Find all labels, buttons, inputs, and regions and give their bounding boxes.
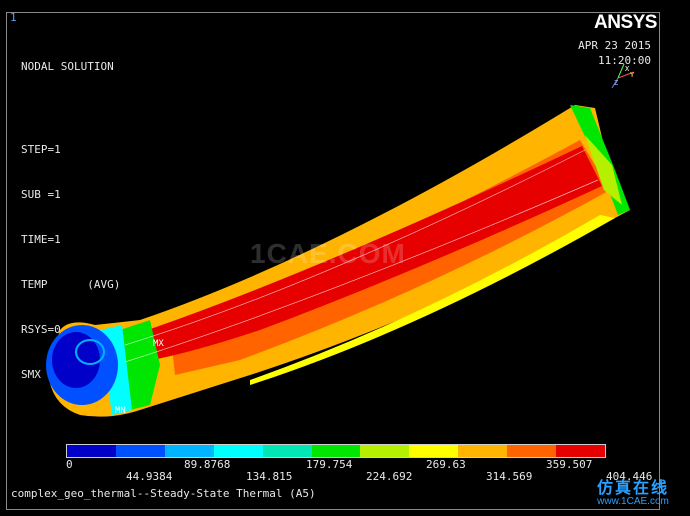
legend-band — [507, 445, 557, 457]
legend-label: 44.9384 — [126, 470, 173, 483]
color-legend-bar — [66, 444, 606, 458]
legend-label: 179.754 — [306, 458, 353, 471]
legend-band — [311, 445, 361, 457]
legend-band — [213, 445, 263, 457]
legend-label: 314.569 — [486, 470, 533, 483]
watermark-badge: 仿真在线 www.1CAE.com — [580, 474, 686, 507]
legend-band — [262, 445, 312, 457]
legend-band — [360, 445, 410, 457]
legend-label: 269.63 — [426, 458, 466, 471]
legend-band — [67, 445, 116, 457]
legend-label: 134.815 — [246, 470, 293, 483]
legend-label: 224.692 — [366, 470, 413, 483]
legend-label: 0 — [66, 458, 73, 471]
plot-title: complex_geo_thermal--Steady-State Therma… — [11, 487, 316, 500]
min-marker: MN — [115, 406, 126, 416]
max-marker: MX — [153, 339, 164, 349]
legend-band — [164, 445, 214, 457]
legend-band — [556, 445, 605, 457]
watermark-cn: 仿真在线 — [596, 480, 669, 497]
legend-band — [458, 445, 508, 457]
watermark-url: www.1CAE.com — [597, 496, 669, 507]
legend-label: 89.8768 — [184, 458, 231, 471]
legend-label: 359.507 — [546, 458, 593, 471]
legend-band — [115, 445, 165, 457]
legend-band — [409, 445, 459, 457]
watermark-text: 1CAE.COM — [250, 238, 406, 269]
